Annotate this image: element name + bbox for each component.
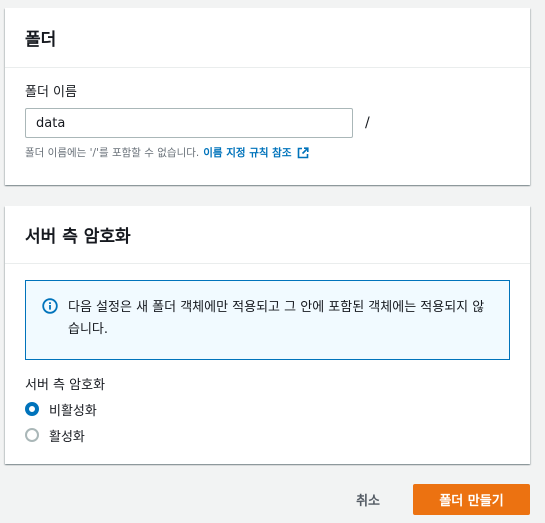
folder-name-hint-text: 폴더 이름에는 '/'를 포함할 수 없습니다. [25,147,200,159]
folder-name-slash: / [365,115,370,131]
folder-name-input[interactable] [25,108,353,138]
create-folder-button[interactable]: 폴더 만들기 [413,484,530,515]
folder-name-label: 폴더 이름 [25,85,77,100]
folder-panel-title: 폴더 [25,30,57,50]
folder-name-hint: 폴더 이름에는 '/'를 포함할 수 없습니다. 이름 지정 규칙 참조 [25,145,510,160]
encryption-panel-body: 다음 설정은 새 폴더 객체에만 적용되고 그 안에 포함된 객체에는 적용되지… [5,264,530,445]
encryption-panel-title: 서버 측 암호화 [25,227,131,247]
encryption-panel-header: 서버 측 암호화 [5,206,530,264]
radio-disable-label: 비활성화 [49,403,97,419]
naming-rules-link[interactable]: 이름 지정 규칙 참조 [203,145,309,160]
info-icon [42,298,58,314]
folder-name-row: / [25,108,510,138]
radio-disable-control[interactable] [25,402,39,416]
naming-rules-link-label: 이름 지정 규칙 참조 [203,147,292,159]
radio-option-enable[interactable]: 활성화 [25,425,510,445]
radio-enable-label: 활성화 [49,429,85,445]
folder-panel-body: 폴더 이름 / 폴더 이름에는 '/'를 포함할 수 없습니다. 이름 지정 규… [5,68,530,160]
encryption-group-label: 서버 측 암호화 [25,378,106,393]
cancel-button[interactable]: 취소 [340,484,396,515]
radio-option-disable[interactable]: 비활성화 [25,399,510,419]
folder-panel: 폴더 폴더 이름 / 폴더 이름에는 '/'를 포함할 수 없습니다. 이름 지… [5,8,530,185]
info-alert: 다음 설정은 새 폴더 객체에만 적용되고 그 안에 포함된 객체에는 적용되지… [25,280,510,360]
encryption-panel: 서버 측 암호화 다음 설정은 새 폴더 객체에만 적용되고 그 안에 포함된 … [5,206,530,464]
footer-actions: 취소 폴더 만들기 [340,484,530,515]
info-alert-text: 다음 설정은 새 폴더 객체에만 적용되고 그 안에 포함된 객체에는 적용되지… [68,300,485,337]
radio-enable-control[interactable] [25,428,39,442]
folder-panel-header: 폴더 [5,8,530,68]
external-link-icon [297,146,309,158]
